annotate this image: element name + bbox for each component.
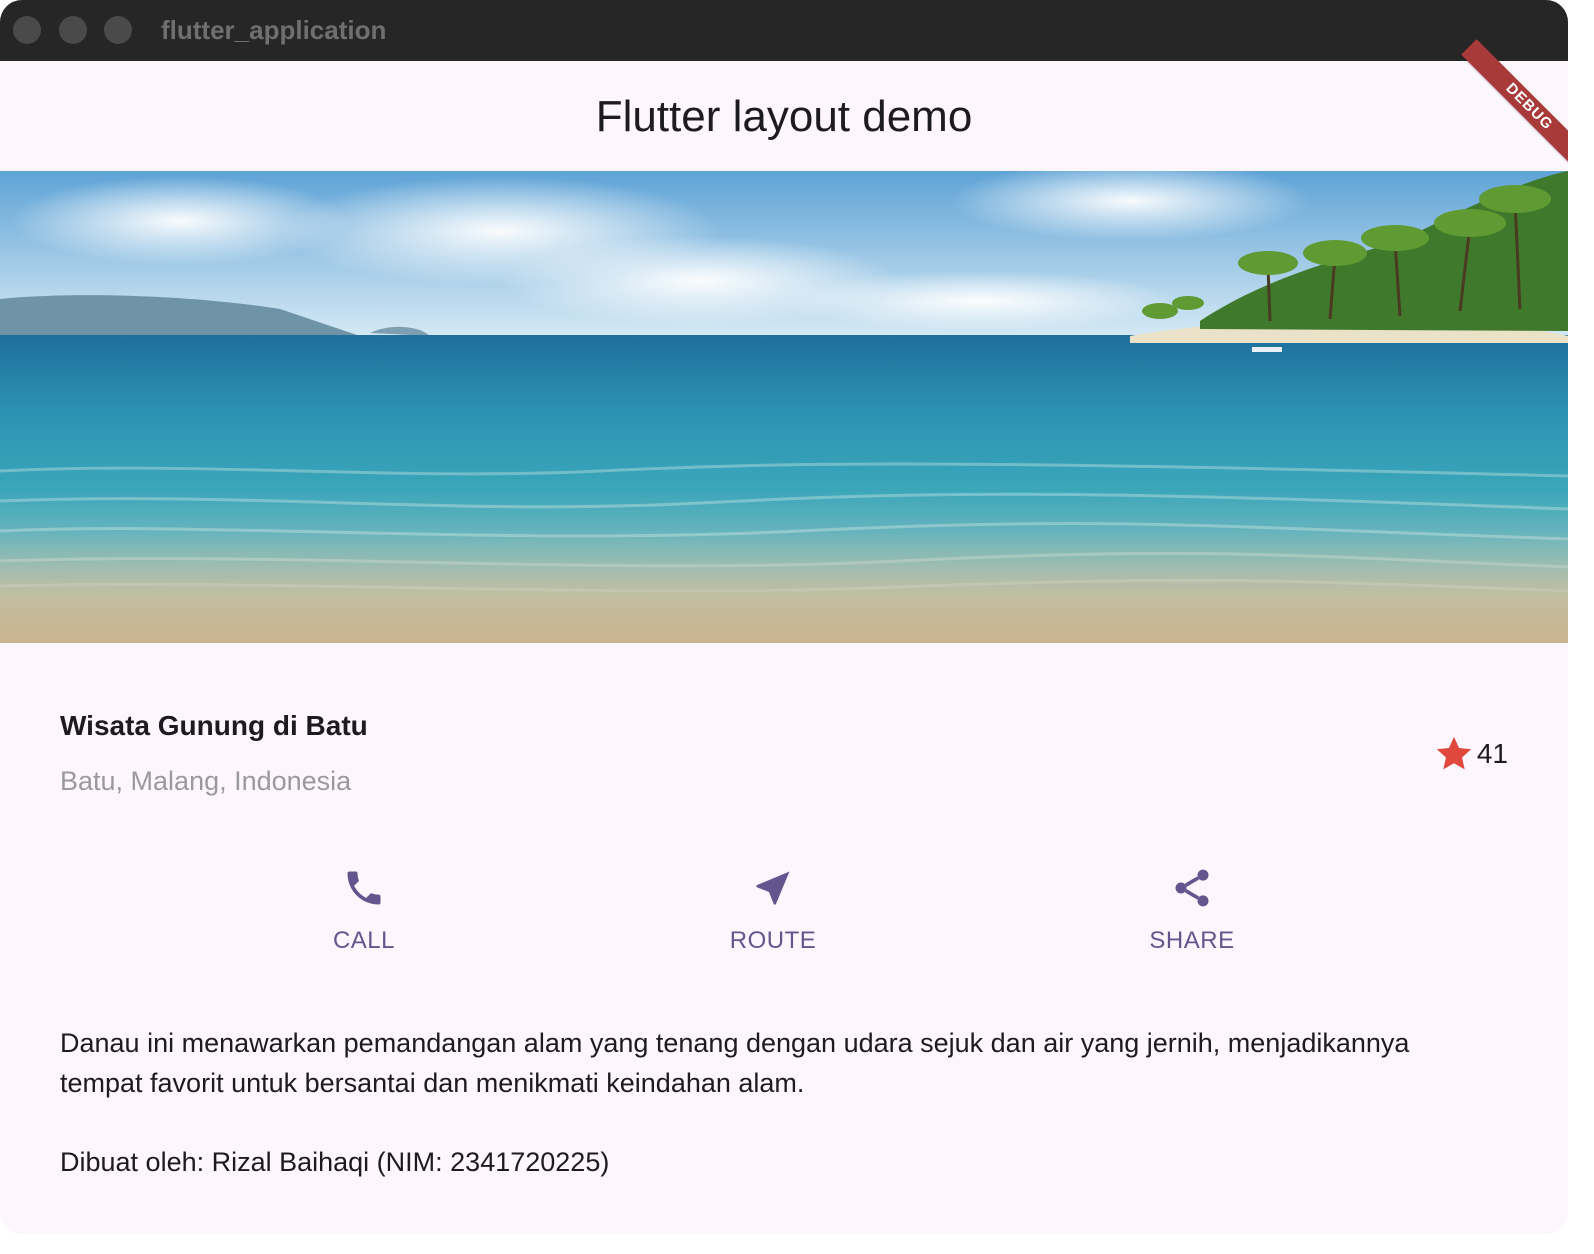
action-bar: CALL ROUTE SHARE	[0, 860, 1568, 970]
rating-count: 41	[1476, 738, 1508, 769]
window-titlebar: flutter_application	[0, 0, 1568, 62]
app-window: flutter_application Flutter layout demo …	[0, 0, 1568, 1234]
navigation-icon	[756, 871, 790, 905]
hero-image	[0, 171, 1568, 643]
description-text: Danau ini menawarkan pemandangan alam ya…	[60, 1028, 1410, 1098]
place-location: Batu, Malang, Indonesia	[60, 766, 352, 796]
page-title: Flutter layout demo	[595, 92, 973, 141]
place-info: Wisata Gunung di Batu Batu, Malang, Indo…	[60, 700, 1508, 810]
beach-photo	[0, 171, 1568, 643]
app-bar: Flutter layout demo	[0, 61, 1568, 171]
window-title: flutter_application	[161, 15, 387, 45]
share-icon	[1175, 869, 1209, 907]
star-icon[interactable]	[1433, 733, 1475, 775]
share-label: SHARE	[1149, 927, 1235, 954]
maximize-window-button[interactable]	[104, 16, 132, 44]
place-name: Wisata Gunung di Batu	[60, 710, 368, 741]
rating: 41	[1433, 734, 1508, 774]
route-button[interactable]: ROUTE	[693, 860, 853, 970]
share-button[interactable]: SHARE	[1112, 860, 1272, 970]
call-label: CALL	[332, 927, 396, 954]
minimize-window-button[interactable]	[59, 16, 87, 44]
author-credit: Dibuat oleh: Rizal Baihaqi (NIM: 2341720…	[60, 1147, 610, 1177]
description-section: Danau ini menawarkan pemandangan alam ya…	[60, 1023, 1490, 1182]
phone-icon	[347, 871, 381, 905]
route-label: ROUTE	[729, 927, 817, 954]
call-button[interactable]: CALL	[284, 860, 444, 970]
close-window-button[interactable]	[13, 16, 41, 44]
